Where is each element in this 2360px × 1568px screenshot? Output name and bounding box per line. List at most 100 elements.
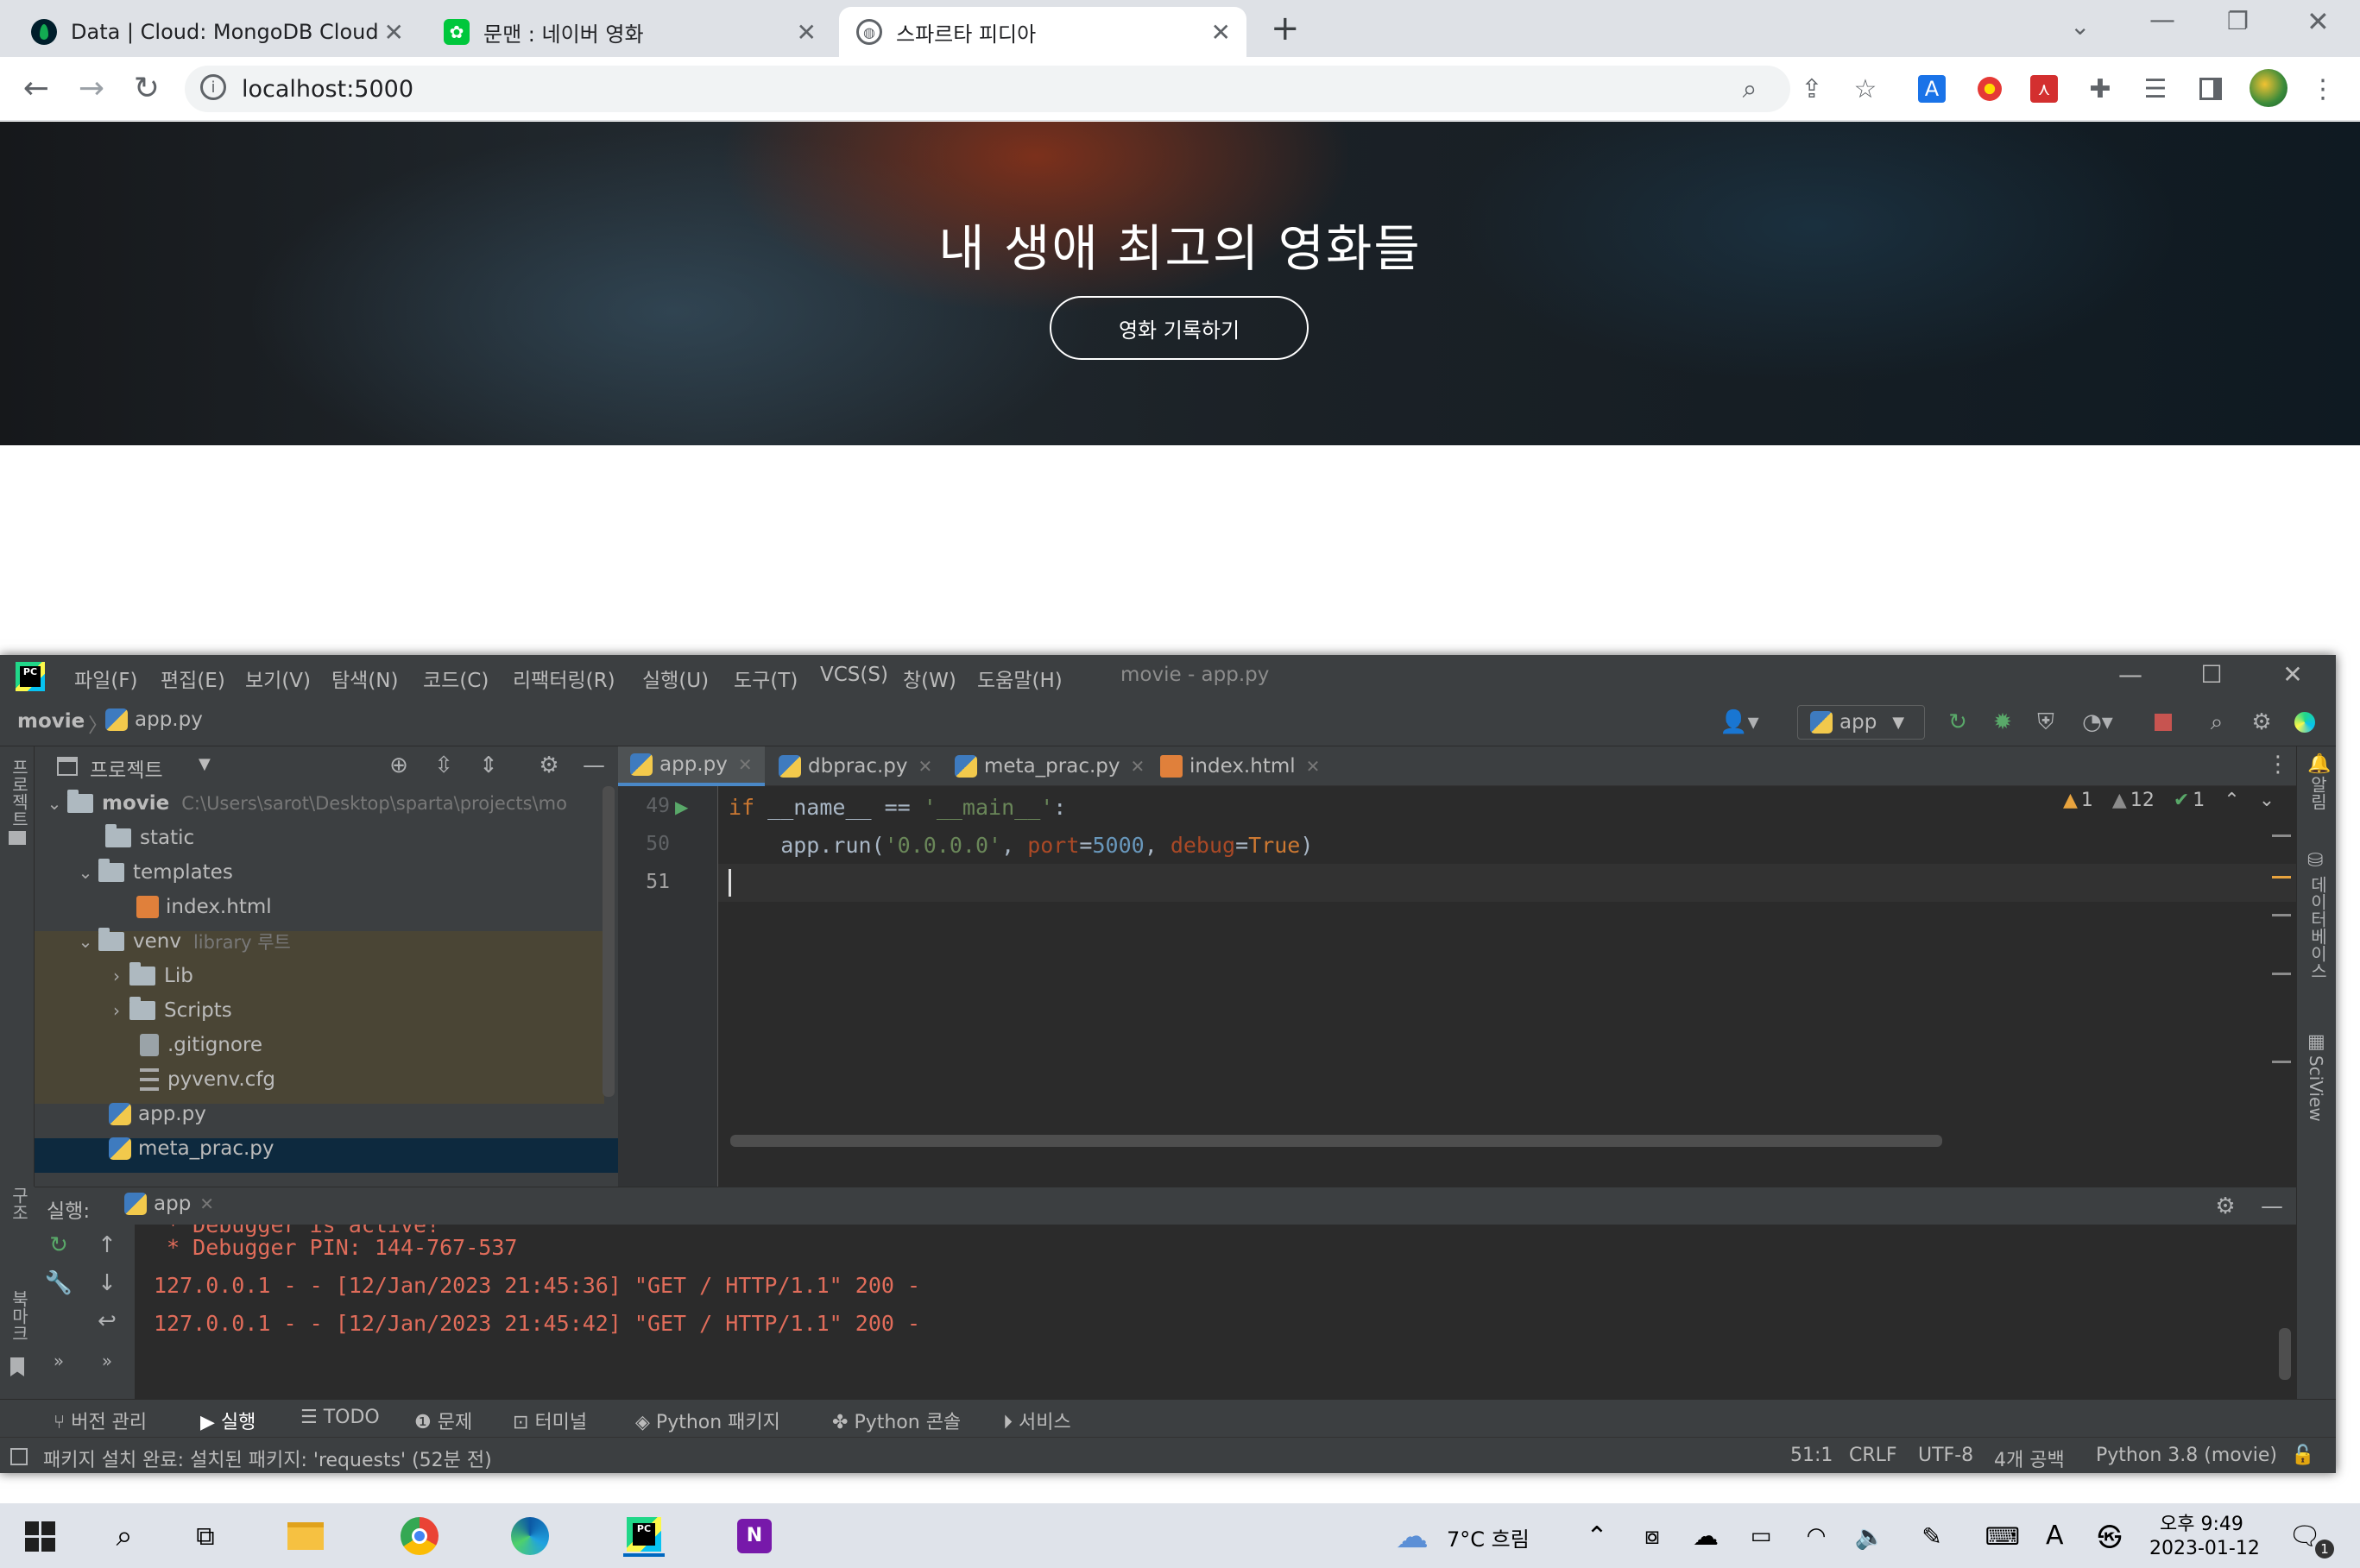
- tab-close-icon[interactable]: ✕: [918, 756, 933, 777]
- notifications-tool-tab[interactable]: 알림: [2306, 776, 2331, 810]
- browser-tab-spartapedia[interactable]: ◍ 스파르타 피디아 ✕: [839, 7, 1246, 57]
- pomodoro-icon[interactable]: [1973, 72, 2006, 105]
- address-bar[interactable]: i localhost:5000 ⌕: [185, 66, 1790, 112]
- reload-icon[interactable]: ↻: [128, 71, 166, 107]
- bookmark-star-icon[interactable]: ☆: [1849, 72, 1882, 105]
- ide-close-icon[interactable]: ✕: [2267, 660, 2319, 689]
- python-interpreter[interactable]: Python 3.8 (movie): [2096, 1445, 2277, 1466]
- stop-icon[interactable]: [2146, 707, 2180, 738]
- settings-gear-icon[interactable]: ⚙: [2244, 707, 2279, 738]
- weather-text[interactable]: 7°C 흐림: [1447, 1522, 1530, 1552]
- browser-tab-mongodb[interactable]: Data | Cloud: MongoDB Cloud ✕: [14, 7, 420, 57]
- more-actions-icon[interactable]: »: [43, 1345, 74, 1376]
- editor-tab-app-py[interactable]: app.py ✕: [618, 746, 765, 786]
- run-settings-gear-icon[interactable]: ⚙: [2210, 1191, 2241, 1222]
- menu-run[interactable]: 실행(U): [642, 664, 709, 693]
- editor-tab-dbprac-py[interactable]: dbprac.py ✕: [767, 746, 944, 786]
- translate-icon[interactable]: A: [1918, 75, 1946, 103]
- user-account-icon[interactable]: 👤▾: [1718, 707, 1761, 738]
- pen-icon[interactable]: ✎: [1911, 1515, 1953, 1557]
- soft-wrap-icon[interactable]: ↩: [91, 1306, 123, 1337]
- tool-run[interactable]: ▶ 실행: [200, 1407, 256, 1434]
- tree-item-static[interactable]: static: [35, 821, 618, 855]
- line-separator[interactable]: CRLF: [1849, 1445, 1897, 1466]
- extensions-puzzle-icon[interactable]: ✚: [2084, 72, 2117, 105]
- menu-file[interactable]: 파일(F): [74, 664, 138, 693]
- tree-item-pyvenv-cfg[interactable]: pyvenv.cfg: [35, 1062, 618, 1097]
- minimize-icon[interactable]: —: [2149, 5, 2175, 35]
- menu-edit[interactable]: 편집(E): [161, 664, 225, 693]
- new-tab-button[interactable]: +: [1271, 9, 1300, 48]
- clock-date[interactable]: 2023-01-12: [2149, 1538, 2260, 1559]
- menu-refactor[interactable]: 리팩터링(R): [513, 664, 615, 693]
- tab-close-icon[interactable]: ✕: [199, 1193, 214, 1214]
- tree-item-templates[interactable]: ⌄ templates: [35, 855, 618, 890]
- tree-item-meta-prac-py[interactable]: meta_prac.py: [35, 1131, 618, 1166]
- panel-settings-gear-icon[interactable]: ⚙: [533, 750, 565, 781]
- rerun-icon[interactable]: ↻: [43, 1230, 74, 1261]
- tab-close-icon[interactable]: ✕: [384, 18, 404, 47]
- tool-terminal[interactable]: ⊡ 터미널: [513, 1407, 587, 1434]
- forward-arrow-icon[interactable]: →: [73, 71, 110, 107]
- chrome-icon[interactable]: [399, 1515, 440, 1557]
- clock-time[interactable]: 오후 9:49: [2160, 1508, 2243, 1536]
- chevron-down-icon[interactable]: ▼: [199, 755, 211, 773]
- menu-kebab-icon[interactable]: ⋮: [2306, 72, 2339, 105]
- menu-view[interactable]: 보기(V): [245, 664, 311, 693]
- rerun-icon[interactable]: ↻: [1940, 707, 1975, 738]
- tab-close-icon[interactable]: ✕: [797, 18, 817, 47]
- run-config-selector[interactable]: app ▼: [1797, 705, 1925, 740]
- code-editor[interactable]: if __name__ == '__main__': app.run('0.0.…: [718, 786, 2296, 1187]
- chevron-down-icon[interactable]: ⌄: [73, 931, 98, 952]
- notifications-bell-icon[interactable]: 🔔: [2307, 753, 2331, 775]
- profile-run-icon[interactable]: ◔▾: [2072, 707, 2123, 738]
- tab-close-icon[interactable]: ✕: [1131, 756, 1145, 777]
- inspection-widget[interactable]: ▲ 1 ▲ 12 ✔ 1 ⌃ ⌄: [2063, 790, 2275, 811]
- wifi-icon[interactable]: ◠: [1795, 1515, 1837, 1557]
- edge-icon[interactable]: [509, 1515, 551, 1557]
- share-icon[interactable]: ⇪: [1795, 72, 1828, 105]
- tool-python-packages[interactable]: ◈ Python 패키지: [635, 1407, 780, 1434]
- chevron-right-icon[interactable]: ›: [104, 1000, 129, 1021]
- horizontal-scrollbar[interactable]: [730, 1135, 1942, 1147]
- zoom-icon[interactable]: ⌕: [1733, 72, 1766, 105]
- run-tab-app[interactable]: app ✕: [124, 1193, 214, 1215]
- project-panel-title[interactable]: 프로젝트: [90, 753, 163, 783]
- chevron-right-icon[interactable]: ›: [104, 966, 129, 986]
- tool-vcs[interactable]: ⑂ 버전 관리: [54, 1407, 147, 1434]
- ime-indicator[interactable]: A: [2046, 1521, 2064, 1551]
- volume-icon[interactable]: 🔈: [1849, 1515, 1890, 1557]
- menu-help[interactable]: 도움말(H): [977, 664, 1063, 693]
- jetbrains-ai-icon[interactable]: [2287, 707, 2322, 738]
- onenote-icon[interactable]: N: [734, 1515, 775, 1557]
- file-explorer-icon[interactable]: [285, 1515, 326, 1557]
- site-info-icon[interactable]: i: [200, 74, 226, 100]
- tree-item-gitignore[interactable]: .gitignore: [35, 1028, 618, 1062]
- tool-python-console[interactable]: ✤ Python 콘솔: [832, 1407, 961, 1434]
- next-highlight-icon[interactable]: ⌄: [2259, 790, 2275, 811]
- collapse-all-icon[interactable]: ⇕: [473, 750, 504, 781]
- search-icon[interactable]: ⌕: [104, 1515, 145, 1557]
- acrobat-icon[interactable]: ⋏: [2030, 75, 2058, 103]
- task-view-icon[interactable]: ⧉: [185, 1515, 226, 1557]
- breadcrumb-project[interactable]: movie: [17, 710, 85, 733]
- lock-icon[interactable]: 🔓: [2291, 1445, 2314, 1466]
- menu-navigate[interactable]: 탐색(N): [331, 664, 398, 693]
- debug-bug-icon[interactable]: ✹: [1985, 707, 2020, 738]
- search-everywhere-icon[interactable]: ⌕: [2199, 707, 2234, 738]
- restore-icon[interactable]: ❐: [2227, 7, 2249, 35]
- coverage-icon[interactable]: ⛨: [2029, 707, 2063, 738]
- menu-vcs[interactable]: VCS(S): [820, 664, 888, 686]
- windows-start-icon[interactable]: [19, 1515, 60, 1557]
- bookmarks-tool-tab[interactable]: 북마크: [7, 1290, 32, 1342]
- indent-setting[interactable]: 4개 공백: [1994, 1445, 2065, 1472]
- tree-item-venv[interactable]: ⌄ venv library 루트: [35, 924, 618, 959]
- breadcrumb-file[interactable]: app.py: [105, 708, 203, 731]
- chevron-down-icon[interactable]: ⌄: [41, 793, 67, 814]
- expand-all-icon[interactable]: ⇳: [428, 750, 459, 781]
- tab-close-icon[interactable]: ✕: [1211, 18, 1231, 47]
- run-gutter-play-icon[interactable]: ▶: [675, 797, 688, 817]
- browser-tab-naver[interactable]: ✿ 문맨 : 네이버 영화 ✕: [426, 7, 832, 57]
- tab-options-kebab-icon[interactable]: ⋮: [2267, 752, 2289, 778]
- tree-item-app-py[interactable]: app.py: [35, 1097, 618, 1131]
